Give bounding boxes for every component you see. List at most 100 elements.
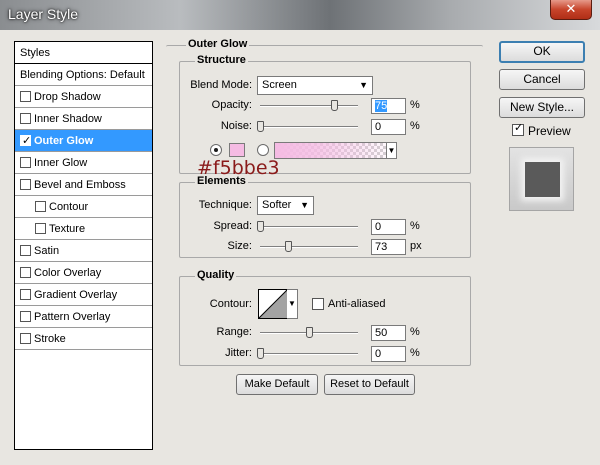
contour-preview[interactable] — [258, 289, 288, 319]
chevron-down-icon: ▼ — [300, 200, 309, 210]
style-preview — [509, 147, 574, 211]
noise-slider[interactable] — [260, 126, 358, 128]
spread-slider[interactable] — [260, 226, 358, 228]
size-slider[interactable] — [260, 246, 358, 248]
noise-slider-thumb[interactable] — [257, 121, 264, 132]
noise-unit: % — [410, 120, 420, 132]
reset-to-default-button[interactable]: Reset to Default — [324, 374, 415, 395]
style-item-contour[interactable]: Contour — [15, 196, 152, 218]
style-item-pattern-overlay[interactable]: Pattern Overlay — [15, 306, 152, 328]
range-input[interactable]: 50 — [371, 325, 406, 341]
styles-list: Styles Blending Options: Default Drop Sh… — [14, 41, 153, 450]
opacity-unit: % — [410, 99, 420, 111]
style-item-label: Inner Glow — [34, 157, 88, 169]
spread-label: Spread: — [213, 220, 252, 232]
preview-label: Preview — [528, 124, 571, 138]
anti-aliased-checkbox[interactable] — [312, 298, 324, 310]
contour-dropdown-arrow[interactable]: ▼ — [287, 289, 298, 319]
opacity-slider-thumb[interactable] — [331, 100, 338, 111]
technique-value: Softer — [262, 199, 292, 211]
size-unit: px — [410, 240, 422, 252]
jitter-label: Jitter: — [225, 347, 252, 359]
title-bar[interactable]: Layer Style ✕ — [0, 0, 600, 30]
spread-slider-thumb[interactable] — [257, 221, 264, 232]
style-item-color-overlay[interactable]: Color Overlay — [15, 262, 152, 284]
style-checkbox[interactable] — [35, 201, 46, 212]
blending-options-item[interactable]: Blending Options: Default — [15, 64, 152, 86]
size-label: Size: — [227, 240, 252, 252]
style-checkbox[interactable] — [20, 179, 31, 190]
quality-title: Quality — [195, 269, 237, 281]
technique-select[interactable]: Softer ▼ — [257, 196, 314, 215]
opacity-input[interactable]: 75 — [371, 98, 406, 114]
size-slider-thumb[interactable] — [285, 241, 292, 252]
spread-unit: % — [410, 220, 420, 232]
opacity-label: Opacity: — [211, 99, 252, 111]
ok-button[interactable]: OK — [499, 41, 585, 63]
jitter-slider-thumb[interactable] — [257, 348, 264, 359]
gradient-radio[interactable] — [257, 144, 269, 156]
style-checkbox[interactable] — [35, 223, 46, 234]
solid-color-radio[interactable] — [210, 144, 222, 156]
structure-title: Structure — [195, 54, 248, 66]
noise-input[interactable]: 0 — [371, 119, 406, 135]
size-input[interactable]: 73 — [371, 239, 406, 255]
style-item-gradient-overlay[interactable]: Gradient Overlay — [15, 284, 152, 306]
new-style-button[interactable]: New Style... — [499, 97, 585, 118]
style-item-label: Outer Glow — [34, 135, 94, 147]
style-item-texture[interactable]: Texture — [15, 218, 152, 240]
layer-style-dialog: Layer Style ✕ Styles Blending Options: D… — [0, 0, 600, 465]
style-checkbox[interactable] — [20, 311, 31, 322]
style-item-label: Satin — [34, 245, 60, 257]
technique-label: Technique: — [198, 199, 252, 211]
window-title: Layer Style — [8, 6, 79, 22]
style-item-stroke[interactable]: Stroke — [15, 328, 152, 350]
blend-mode-select[interactable]: Screen ▼ — [257, 76, 373, 95]
style-item-outer-glow[interactable]: Outer Glow — [15, 130, 152, 152]
style-preview-thumbnail — [525, 162, 560, 197]
glow-color-swatch[interactable] — [229, 143, 245, 157]
style-item-label: Inner Shadow — [34, 113, 102, 125]
style-checkbox[interactable] — [20, 267, 31, 278]
style-item-inner-glow[interactable]: Inner Glow — [15, 152, 152, 174]
jitter-slider[interactable] — [260, 353, 358, 355]
style-item-label: Stroke — [34, 333, 66, 345]
contour-curve-icon — [258, 289, 288, 319]
outer-glow-title: Outer Glow — [186, 38, 250, 50]
style-item-label: Drop Shadow — [34, 91, 101, 103]
range-unit: % — [410, 326, 420, 338]
style-checkbox[interactable] — [20, 113, 31, 124]
style-item-label: Gradient Overlay — [34, 289, 118, 301]
style-item-label: Texture — [49, 223, 86, 235]
opacity-slider[interactable] — [260, 105, 358, 107]
style-checkbox[interactable] — [20, 333, 31, 344]
style-checkbox[interactable] — [20, 245, 31, 256]
range-slider-thumb[interactable] — [306, 327, 313, 338]
gradient-dropdown-arrow[interactable]: ▼ — [386, 142, 397, 159]
style-item-bevel-and-emboss[interactable]: Bevel and Emboss — [15, 174, 152, 196]
elements-title: Elements — [195, 175, 248, 187]
jitter-input[interactable]: 0 — [371, 346, 406, 362]
contour-label: Contour: — [209, 298, 252, 310]
style-checkbox[interactable] — [20, 130, 31, 152]
style-item-satin[interactable]: Satin — [15, 240, 152, 262]
style-item-inner-shadow[interactable]: Inner Shadow — [15, 108, 152, 130]
style-item-label: Color Overlay — [34, 267, 102, 279]
style-checkbox[interactable] — [20, 91, 31, 102]
close-button[interactable]: ✕ — [550, 0, 592, 20]
preview-checkbox[interactable] — [512, 121, 524, 136]
style-item-label: Bevel and Emboss — [34, 179, 126, 191]
style-checkbox[interactable] — [20, 157, 31, 168]
gradient-picker[interactable] — [274, 142, 397, 159]
cancel-button[interactable]: Cancel — [499, 69, 585, 90]
style-item-drop-shadow[interactable]: Drop Shadow — [15, 86, 152, 108]
style-checkbox[interactable] — [20, 289, 31, 300]
anti-aliased-label: Anti-aliased — [328, 298, 386, 310]
make-default-button[interactable]: Make Default — [236, 374, 318, 395]
spread-input[interactable]: 0 — [371, 219, 406, 235]
jitter-unit: % — [410, 347, 420, 359]
chevron-down-icon: ▼ — [359, 80, 368, 90]
style-item-label: Pattern Overlay — [34, 311, 111, 323]
styles-header[interactable]: Styles — [15, 42, 152, 64]
range-label: Range: — [216, 326, 252, 338]
